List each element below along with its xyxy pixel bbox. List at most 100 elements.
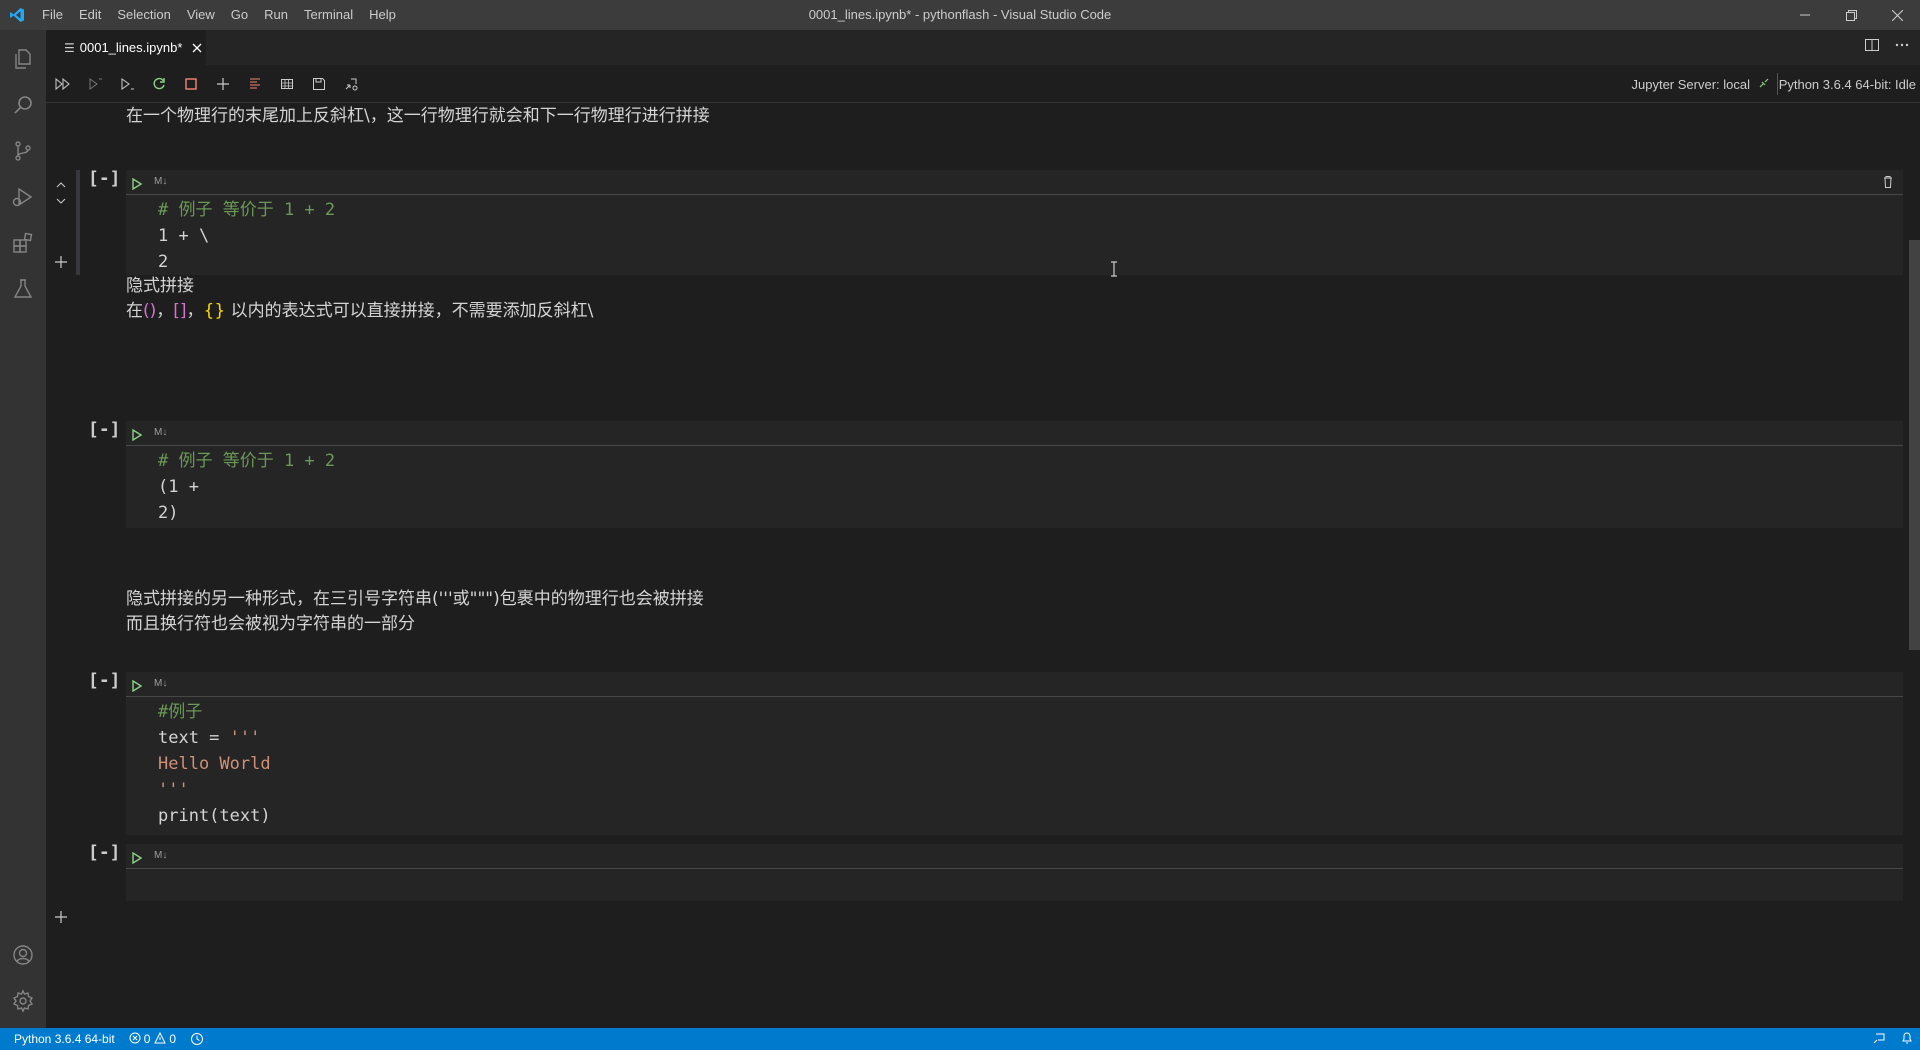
code-cell-editor[interactable]: # 例子 等价于 1 + 2 1 + \ 2 (126, 195, 1903, 275)
notebook-toolbar: Jupyter Server: local Python 3.6.4 64-bi… (46, 65, 1920, 103)
python-interpreter-status[interactable]: Python 3.6.4 64-bit (0, 1028, 122, 1050)
markdown-line: 隐式拼接 (126, 276, 194, 296)
problems-status[interactable]: 0 0 (122, 1028, 183, 1050)
markdown-toggle-badge[interactable]: M↓ (154, 850, 167, 861)
menu-help[interactable]: Help (361, 0, 404, 30)
markdown-token: () (143, 301, 157, 321)
markdown-line: 隐式拼接的另一种形式，在三引号字符串('''或""")包裹中的物理行也会被拼接 (126, 589, 704, 609)
insert-cell-below-icon[interactable] (54, 255, 68, 269)
kernel-status[interactable]: Python 3.6.4 64-bit: Idle (1779, 65, 1916, 103)
markdown-line: 在一个物理行的末尾加上反斜杠\，这一行物理行就会和下一行物理行进行拼接 (126, 106, 710, 126)
markdown-line: 而且换行符也会被视为字符串的一部分 (126, 614, 415, 634)
window-controls (1782, 0, 1920, 30)
code-cell-editor[interactable]: #例子 text = ''' Hello World ''' print(text) (126, 697, 1903, 835)
add-cell-at-end-icon[interactable] (54, 910, 68, 924)
activity-bar (0, 30, 46, 1028)
code-line: text = ''' (126, 725, 1903, 751)
cell-toolbar: M↓ (126, 672, 1903, 697)
vscode-window: File Edit Selection View Go Run Terminal Help 0… (0, 0, 1920, 1050)
move-cell-up-icon[interactable] (54, 178, 68, 192)
code-line: 2 (126, 249, 1903, 275)
code-cell-editor[interactable] (126, 869, 1903, 901)
tab-label: 0001_lines.ipynb* (79, 40, 183, 55)
code-line: # 例子 等价于 1 + 2 (126, 448, 1903, 474)
run-all-icon[interactable] (54, 75, 72, 93)
variables-icon[interactable] (246, 75, 264, 93)
notebook-file-icon: ☰ (64, 40, 75, 55)
run-cell-icon[interactable] (132, 177, 143, 191)
restore-button[interactable] (1828, 0, 1874, 30)
menu-file[interactable]: File (34, 0, 71, 30)
vscode-logo-icon (0, 0, 34, 30)
code-line: 1 + \ (126, 223, 1903, 249)
minimize-button[interactable] (1782, 0, 1828, 30)
cell-execution-count: [-] (88, 670, 121, 691)
data-viewer-icon[interactable] (278, 75, 296, 93)
code-token: Hello World (158, 754, 271, 774)
code-token: ''' (158, 780, 189, 800)
add-cell-icon[interactable] (214, 75, 232, 93)
code-token: ''' (229, 728, 261, 748)
extensions-icon[interactable] (0, 220, 46, 266)
cell-toolbar: M↓ (126, 421, 1903, 446)
mouse-text-cursor-icon (1110, 261, 1118, 277)
code-token: 1 + \ (158, 226, 210, 246)
run-below-icon[interactable] (118, 75, 136, 93)
tab-notebook-file[interactable]: ☰ 0001_lines.ipynb* (46, 30, 206, 65)
menu-view[interactable]: View (179, 0, 223, 30)
menu-edit[interactable]: Edit (71, 0, 109, 30)
markdown-toggle-badge[interactable]: M↓ (154, 427, 167, 438)
vertical-scrollbar[interactable] (1906, 104, 1920, 1028)
export-icon[interactable] (342, 75, 360, 93)
code-line: Hello World (126, 751, 1903, 777)
menu-bar: File Edit Selection View Go Run Terminal Help (34, 0, 404, 30)
code-token: text = (158, 728, 230, 748)
accounts-icon[interactable] (0, 932, 46, 978)
scrollbar-thumb[interactable] (1909, 240, 1920, 650)
code-line: print(text) (126, 803, 1903, 829)
settings-gear-icon[interactable] (0, 978, 46, 1024)
menu-terminal[interactable]: Terminal (296, 0, 361, 30)
save-icon[interactable] (310, 75, 328, 93)
markdown-token: 在 (126, 301, 143, 321)
editor-actions (1864, 30, 1910, 65)
explorer-icon[interactable] (0, 36, 46, 82)
code-token: 2) (158, 503, 179, 523)
move-cell-down-icon[interactable] (54, 194, 68, 208)
cell-execution-count: [-] (88, 419, 121, 440)
feedback-icon[interactable] (1872, 1031, 1886, 1048)
run-cell-icon[interactable] (132, 428, 143, 442)
jupyter-server-status[interactable]: Jupyter Server: local (1632, 65, 1771, 103)
cell-focus-indicator (76, 170, 80, 275)
history-icon[interactable] (183, 1028, 211, 1050)
markdown-toggle-badge[interactable]: M↓ (154, 678, 167, 689)
run-cell-icon[interactable] (132, 679, 143, 693)
run-above-icon[interactable] (86, 75, 104, 93)
code-token: # 例子 等价于 1 + 2 (158, 200, 336, 220)
cell-execution-count: [-] (88, 168, 121, 189)
notifications-bell-icon[interactable] (1900, 1031, 1914, 1048)
markdown-line: 在()，[]，{} 以内的表达式可以直接拼接，不需要添加反斜杠\ (126, 299, 593, 324)
restart-kernel-icon[interactable] (150, 75, 168, 93)
warning-count: 0 (169, 1032, 177, 1046)
markdown-toggle-badge[interactable]: M↓ (154, 176, 167, 187)
cell-toolbar: M↓ (126, 170, 1903, 195)
run-cell-icon[interactable] (132, 851, 143, 865)
delete-cell-icon[interactable] (1881, 174, 1895, 190)
split-editor-icon[interactable] (1864, 37, 1880, 58)
tab-close-icon[interactable] (192, 43, 202, 53)
run-debug-icon[interactable] (0, 174, 46, 220)
code-line: (1 + (126, 474, 1903, 500)
close-button[interactable] (1874, 0, 1920, 30)
menu-go[interactable]: Go (223, 0, 256, 30)
source-control-icon[interactable] (0, 128, 46, 174)
interrupt-kernel-icon[interactable] (182, 75, 200, 93)
code-token: 2 (158, 252, 169, 272)
search-icon[interactable] (0, 82, 46, 128)
testing-flask-icon[interactable] (0, 266, 46, 312)
more-actions-icon[interactable] (1894, 37, 1910, 58)
code-cell-editor[interactable]: # 例子 等价于 1 + 2 (1 + 2) (126, 446, 1903, 528)
menu-run[interactable]: Run (256, 0, 296, 30)
code-token: (1 + (158, 477, 199, 497)
menu-selection[interactable]: Selection (109, 0, 178, 30)
